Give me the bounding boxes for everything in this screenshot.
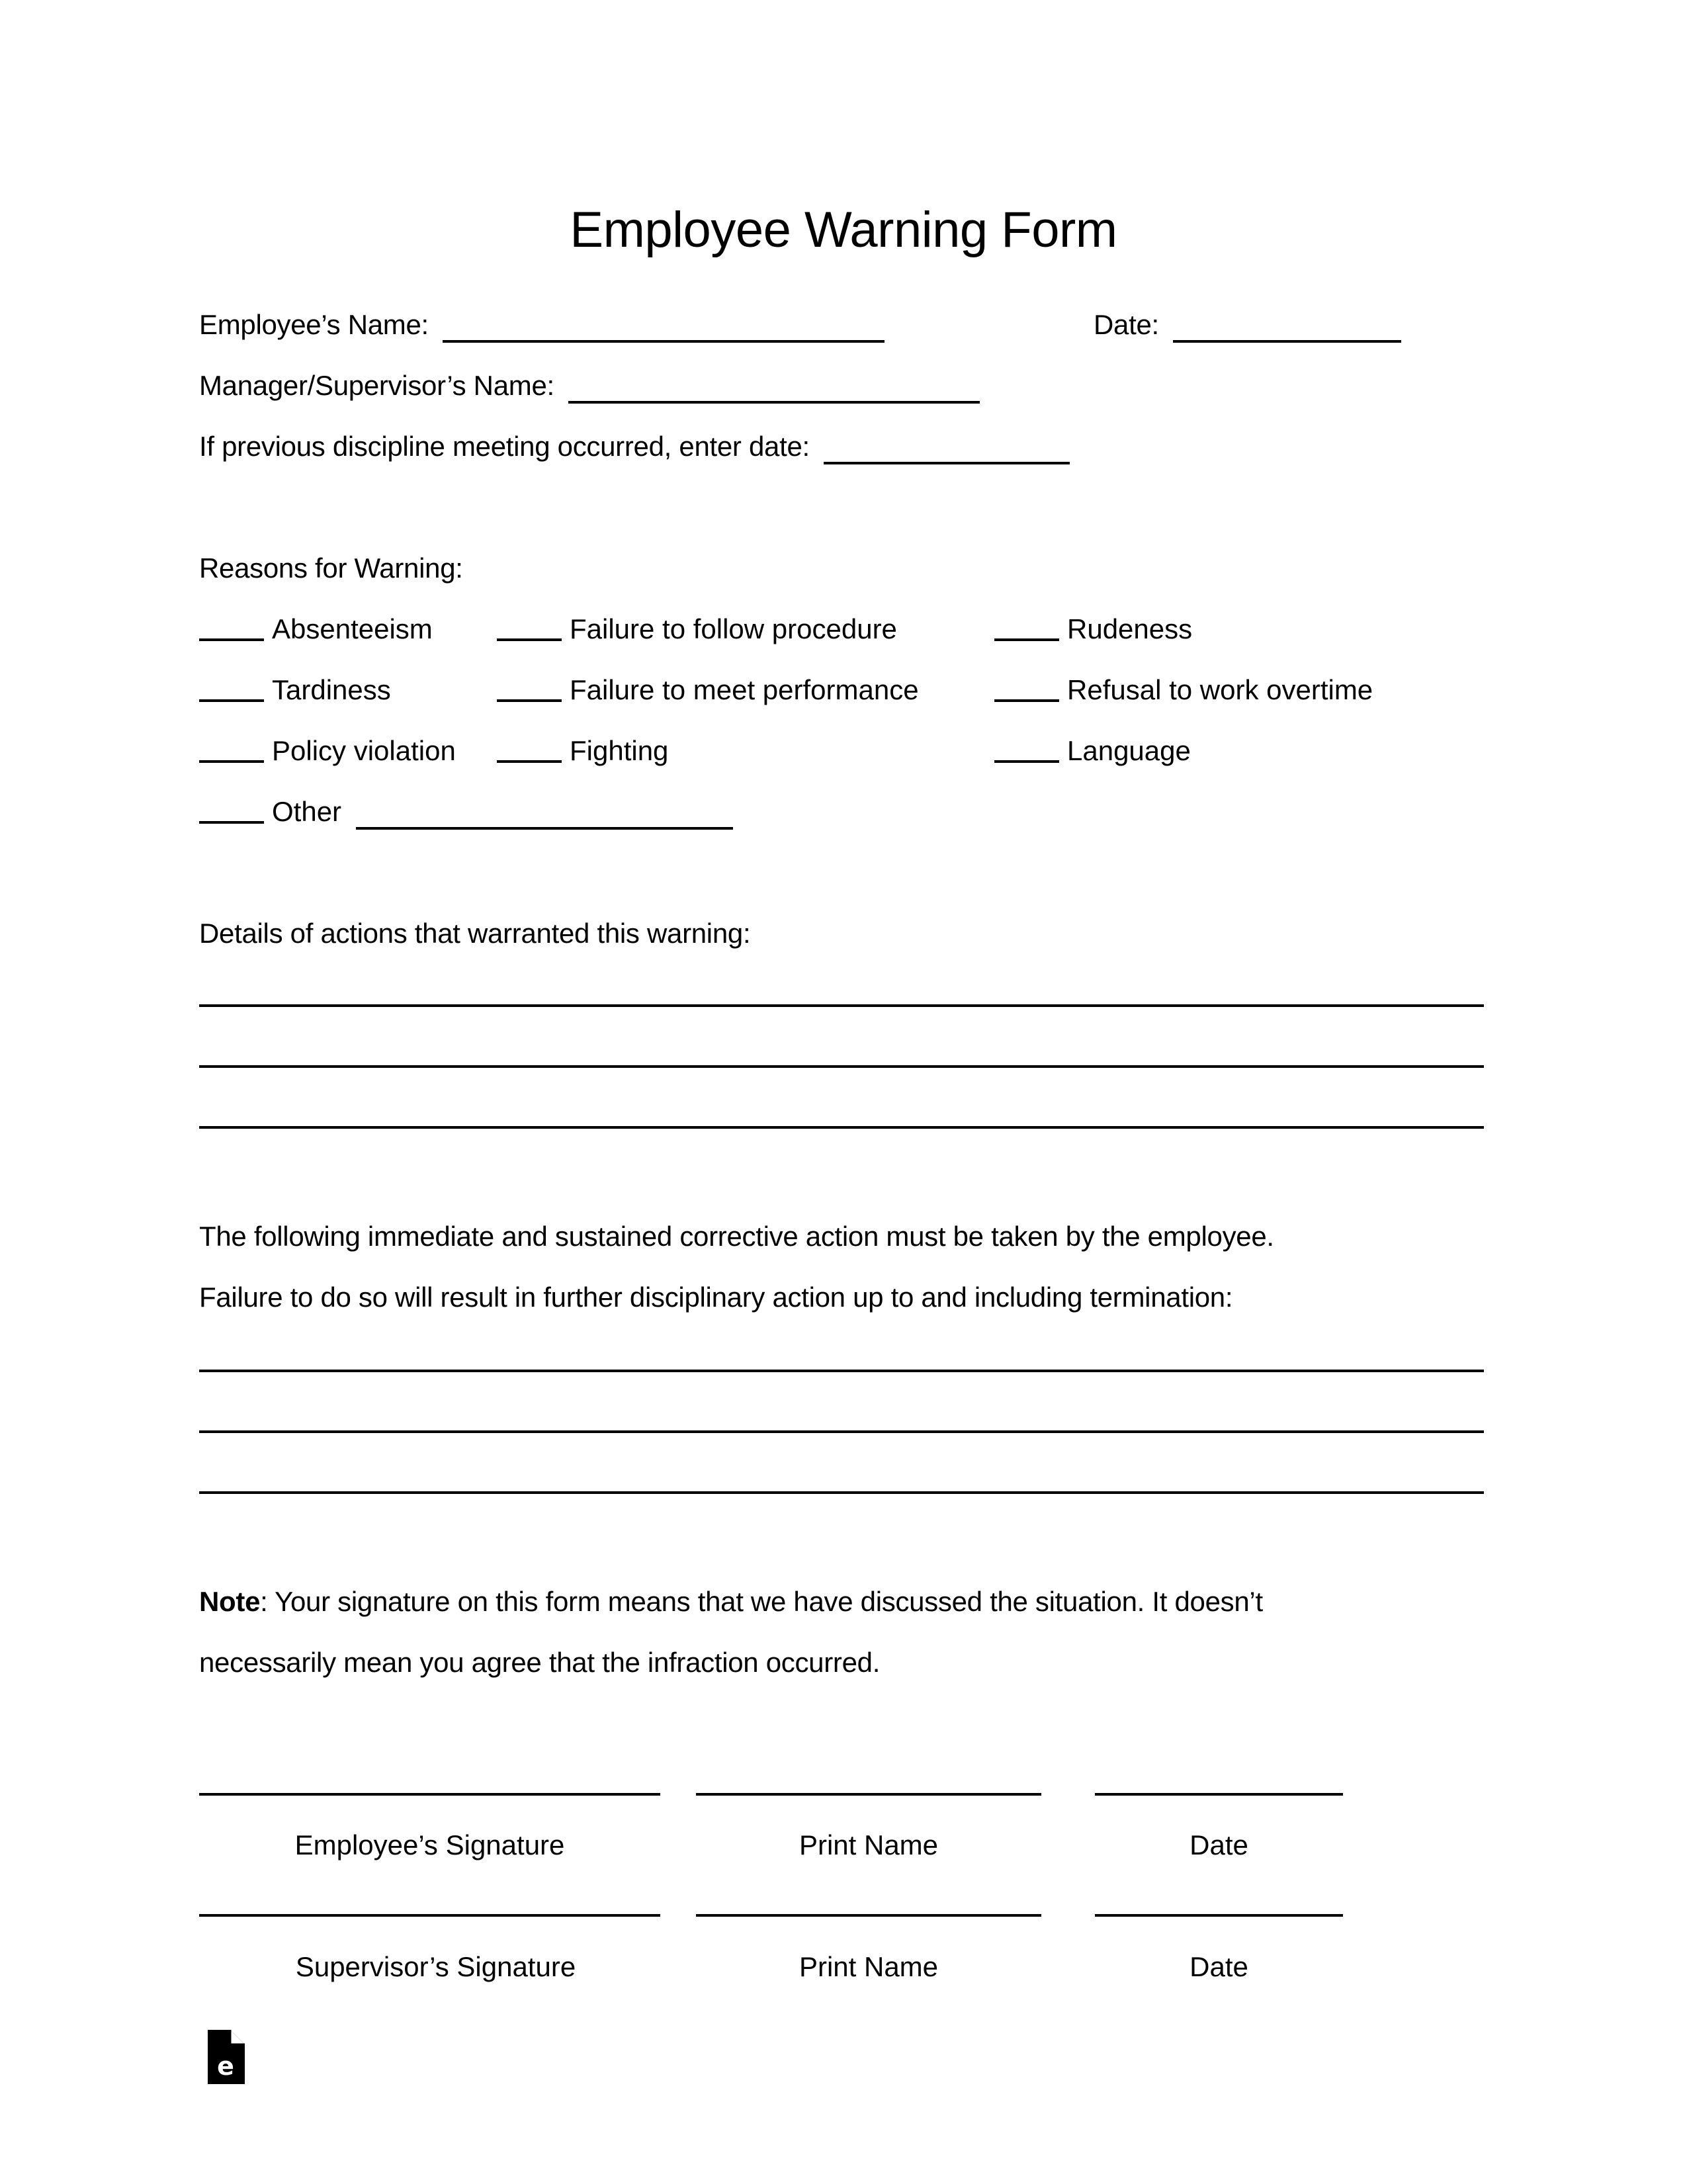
supervisor-signature-label: Supervisor’s Signature: [295, 1951, 576, 1982]
reason-label: Refusal to work overtime: [1067, 674, 1373, 705]
reason-checkbox-blank[interactable]: [497, 760, 562, 763]
page-title: Employee Warning Form: [570, 202, 1117, 258]
reason-label: Fighting: [570, 735, 669, 766]
reason-checkbox-blank[interactable]: [994, 699, 1059, 702]
date-row: Date:: [1094, 309, 1402, 343]
reason-label: Failure to follow procedure: [570, 613, 897, 644]
reason-other-label: Other: [272, 796, 342, 827]
reason-checkbox-blank[interactable]: [994, 760, 1059, 763]
reason-refusal-to-work-overtime[interactable]: Refusal to work overtime: [994, 676, 1373, 704]
employee-signature-line[interactable]: [199, 1793, 660, 1796]
reason-fighting[interactable]: Fighting: [497, 737, 668, 765]
reason-absenteeism[interactable]: Absenteeism: [199, 615, 433, 643]
corrective-action-text-2: Failure to do so will result in further …: [199, 1282, 1233, 1313]
employee-name-row: Employee’s Name:: [199, 311, 885, 343]
reason-checkbox-blank[interactable]: [199, 821, 264, 824]
previous-meeting-row: If previous discipline meeting occurred,…: [199, 433, 1070, 464]
details-heading: Details of actions that warranted this w…: [199, 918, 751, 949]
reason-checkbox-blank[interactable]: [199, 699, 264, 702]
corrective-action-text-1: The following immediate and sustained co…: [199, 1221, 1274, 1252]
date-field[interactable]: [1173, 313, 1402, 343]
previous-meeting-label: If previous discipline meeting occurred,…: [199, 431, 810, 462]
document-e-logo-icon: e: [208, 2030, 245, 2084]
previous-meeting-date-field[interactable]: [824, 435, 1070, 464]
note-bold-label: Note: [199, 1586, 261, 1617]
reason-policy-violation[interactable]: Policy violation: [199, 737, 456, 765]
reason-label: Tardiness: [272, 674, 391, 705]
manager-name-label: Manager/Supervisor’s Name:: [199, 370, 554, 401]
reasons-heading: Reasons for Warning:: [199, 552, 463, 584]
employee-date-line[interactable]: [1095, 1793, 1343, 1796]
note-line-1: Note: Your signature on this form means …: [199, 1588, 1263, 1616]
manager-name-row: Manager/Supervisor’s Name:: [199, 372, 980, 404]
logo-letter: e: [217, 2052, 234, 2081]
employee-name-field[interactable]: [443, 313, 885, 343]
reason-label: Failure to meet performance: [570, 674, 919, 705]
corrective-action-line-1[interactable]: [199, 1370, 1484, 1372]
supervisor-signature-line[interactable]: [199, 1914, 660, 1917]
corrective-action-line-2[interactable]: [199, 1430, 1484, 1433]
reason-checkbox-blank[interactable]: [994, 638, 1059, 641]
employee-name-label: Employee’s Name:: [199, 309, 429, 340]
reason-other-field[interactable]: [355, 800, 733, 830]
details-line-3[interactable]: [199, 1126, 1484, 1129]
employee-print-name-label: Print Name: [799, 1829, 939, 1860]
reason-tardiness[interactable]: Tardiness: [199, 676, 391, 704]
employee-print-name-line[interactable]: [696, 1793, 1041, 1796]
reason-checkbox-blank[interactable]: [199, 760, 264, 763]
reason-failure-to-meet-performance[interactable]: Failure to meet performance: [497, 676, 919, 704]
reason-language[interactable]: Language: [994, 737, 1191, 765]
supervisor-date-label: Date: [1190, 1951, 1248, 1982]
reason-label: Absenteeism: [272, 613, 433, 644]
supervisor-date-line[interactable]: [1095, 1914, 1343, 1917]
reason-label: Language: [1067, 735, 1191, 766]
note-text-2: necessarily mean you agree that the infr…: [199, 1647, 881, 1678]
supervisor-print-name-line[interactable]: [696, 1914, 1041, 1917]
reason-rudeness[interactable]: Rudeness: [994, 615, 1192, 643]
supervisor-print-name-label: Print Name: [799, 1951, 939, 1982]
details-line-1[interactable]: [199, 1004, 1484, 1007]
details-line-2[interactable]: [199, 1065, 1484, 1068]
reason-checkbox-blank[interactable]: [199, 638, 264, 641]
employee-signature-label: Employee’s Signature: [294, 1829, 565, 1860]
reason-label: Policy violation: [272, 735, 456, 766]
reason-failure-to-follow-procedure[interactable]: Failure to follow procedure: [497, 615, 897, 643]
corrective-action-line-3[interactable]: [199, 1491, 1484, 1494]
employee-date-label: Date: [1190, 1829, 1248, 1860]
reason-checkbox-blank[interactable]: [497, 638, 562, 641]
note-text-1: : Your signature on this form means that…: [260, 1586, 1263, 1617]
manager-name-field[interactable]: [568, 374, 980, 404]
reason-checkbox-blank[interactable]: [497, 699, 562, 702]
date-label: Date:: [1094, 309, 1159, 340]
reason-label: Rudeness: [1067, 613, 1193, 644]
reason-other[interactable]: Other: [199, 798, 733, 830]
